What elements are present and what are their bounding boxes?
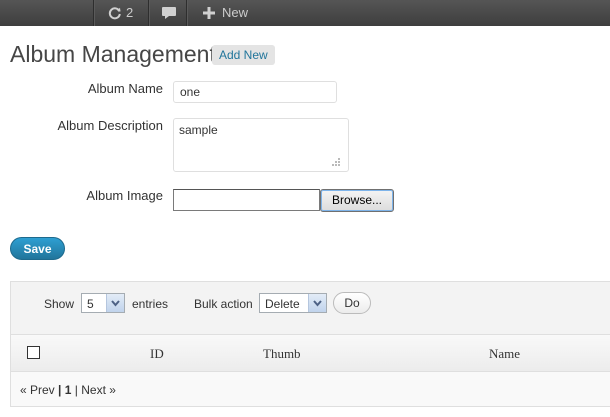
plus-icon <box>203 7 215 19</box>
entries-select[interactable]: 5 <box>81 293 125 313</box>
entries-label: entries <box>132 297 169 311</box>
resize-grip-icon[interactable] <box>331 157 341 167</box>
albums-table-panel: Show 5 entries Bulk action Delete Do ID … <box>10 281 610 407</box>
updates-count: 2 <box>126 5 134 20</box>
pagination-separator: | <box>58 383 62 397</box>
new-content-button[interactable]: New <box>188 0 258 26</box>
album-name-label: Album Name <box>87 81 163 96</box>
select-all-checkbox[interactable] <box>27 346 40 359</box>
select-arrow <box>308 294 326 312</box>
save-button[interactable]: Save <box>10 237 65 260</box>
album-description-label: Album Description <box>57 118 164 133</box>
pagination: « Prev | 1 | Next » <box>20 383 116 397</box>
chevron-down-icon <box>111 300 120 307</box>
show-label: Show <box>44 297 75 311</box>
column-header-id[interactable]: ID <box>150 346 164 362</box>
column-header-thumb[interactable]: Thumb <box>263 346 301 362</box>
album-image-label: Album Image <box>86 188 163 203</box>
comments-button[interactable] <box>150 0 186 26</box>
refresh-icon <box>108 7 121 20</box>
table-header: ID Thumb Name <box>11 335 610 372</box>
prev-page-link[interactable]: « Prev <box>20 383 55 397</box>
admin-bar: 2 New <box>0 0 610 26</box>
pagination-separator: | <box>74 383 78 397</box>
entries-select-value: 5 <box>87 297 94 311</box>
current-page[interactable]: 1 <box>65 383 72 397</box>
bulk-action-label: Bulk action <box>194 297 253 311</box>
chevron-down-icon <box>313 300 322 307</box>
album-image-file-field[interactable] <box>173 189 320 211</box>
page-title: Album Management <box>10 41 216 67</box>
table-controls: Show 5 entries Bulk action Delete Do <box>11 282 610 335</box>
new-label: New <box>222 5 249 20</box>
album-name-input[interactable]: one <box>173 81 337 103</box>
add-new-button[interactable]: Add New <box>212 45 275 65</box>
bulk-action-select-value: Delete <box>265 297 300 311</box>
updates-button[interactable]: 2 <box>95 0 148 26</box>
comment-icon <box>162 7 176 19</box>
do-button[interactable]: Do <box>333 292 371 314</box>
bulk-action-select[interactable]: Delete <box>259 293 327 313</box>
next-page-link[interactable]: Next » <box>81 383 116 397</box>
browse-button[interactable]: Browse... <box>320 189 394 212</box>
album-description-textarea[interactable]: sample <box>173 118 349 172</box>
column-header-name[interactable]: Name <box>489 346 520 362</box>
select-arrow <box>106 294 124 312</box>
